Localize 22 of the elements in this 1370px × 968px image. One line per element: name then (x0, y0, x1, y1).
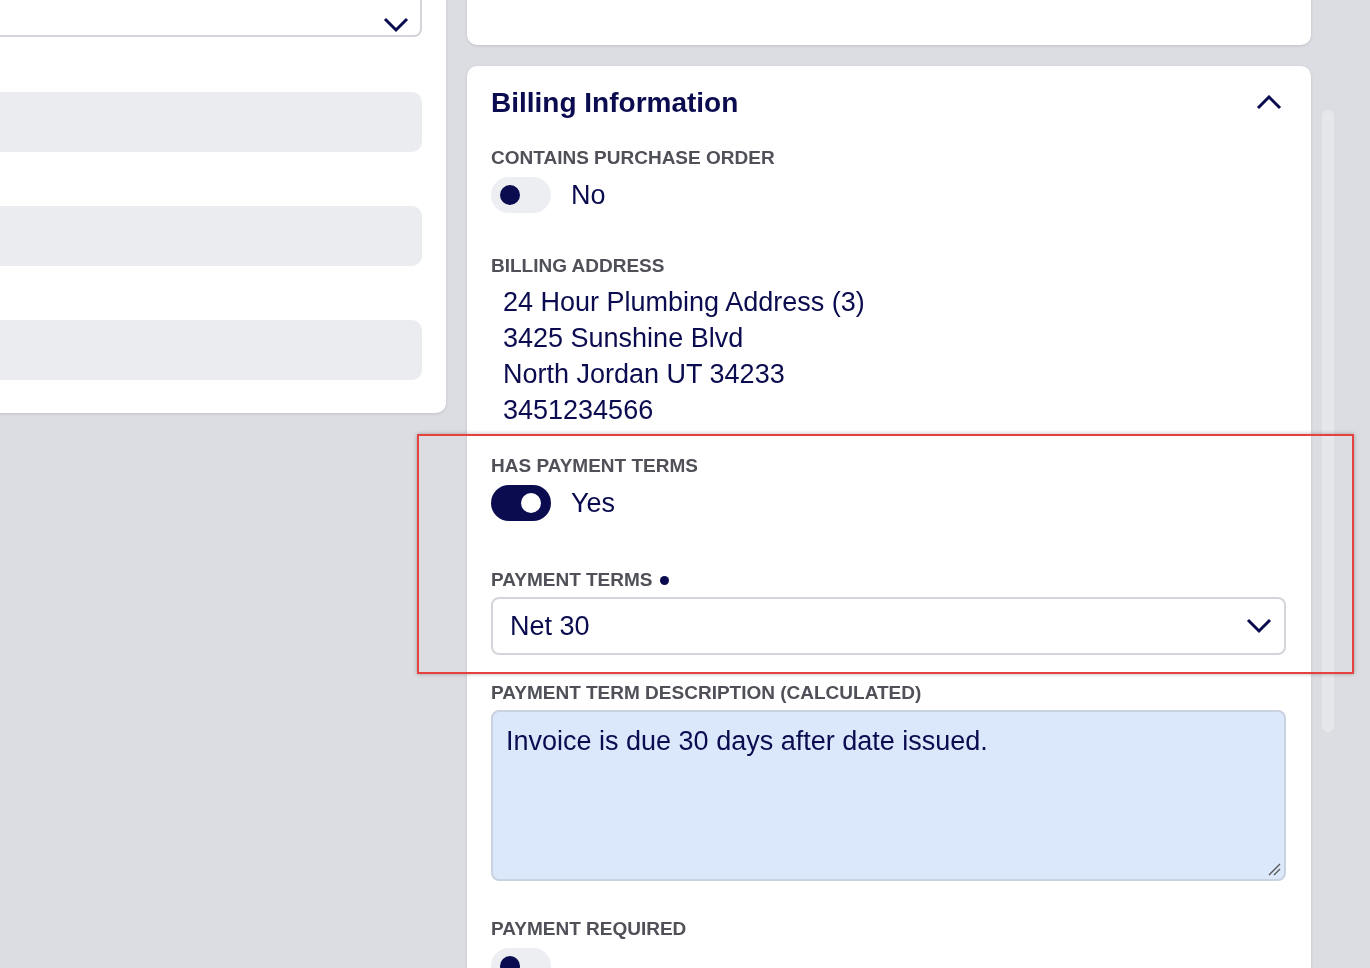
toggle-value: No (571, 179, 606, 211)
field-label: BILLING ADDRESS (491, 255, 665, 277)
address-line: 24 Hour Plumbing Address (3) (503, 286, 866, 319)
toggle-value: Yes (571, 487, 616, 519)
field-label: PAYMENT TERM DESCRIPTION (CALCULATED) (491, 682, 922, 704)
resize-handle-icon[interactable] (1267, 862, 1281, 876)
address-line: North Jordan UT 34233 (503, 358, 786, 391)
collapse-button[interactable] (1256, 95, 1282, 111)
field-label: HAS PAYMENT TERMS (491, 455, 698, 477)
address-line: 3425 Sunshine Blvd (503, 322, 745, 355)
text-area[interactable]: Invoice is due 30 days after date issued. (491, 710, 1286, 881)
address-line: 3451234566 (503, 394, 655, 427)
chevron-down-icon (383, 17, 409, 33)
toggle-switch[interactable] (491, 177, 551, 213)
chevron-down-icon (1246, 618, 1272, 634)
field-label: PAYMENT REQUIRED (491, 918, 687, 940)
select-field[interactable]: Net 30 (491, 597, 1286, 655)
toggle-switch[interactable] (491, 485, 551, 521)
field-label: PAYMENT TERMS (491, 569, 653, 591)
field-label: CONTAINS PURCHASE ORDER (491, 147, 775, 169)
scrollbar[interactable] (1322, 110, 1334, 732)
section-title: Billing Information (491, 87, 739, 119)
